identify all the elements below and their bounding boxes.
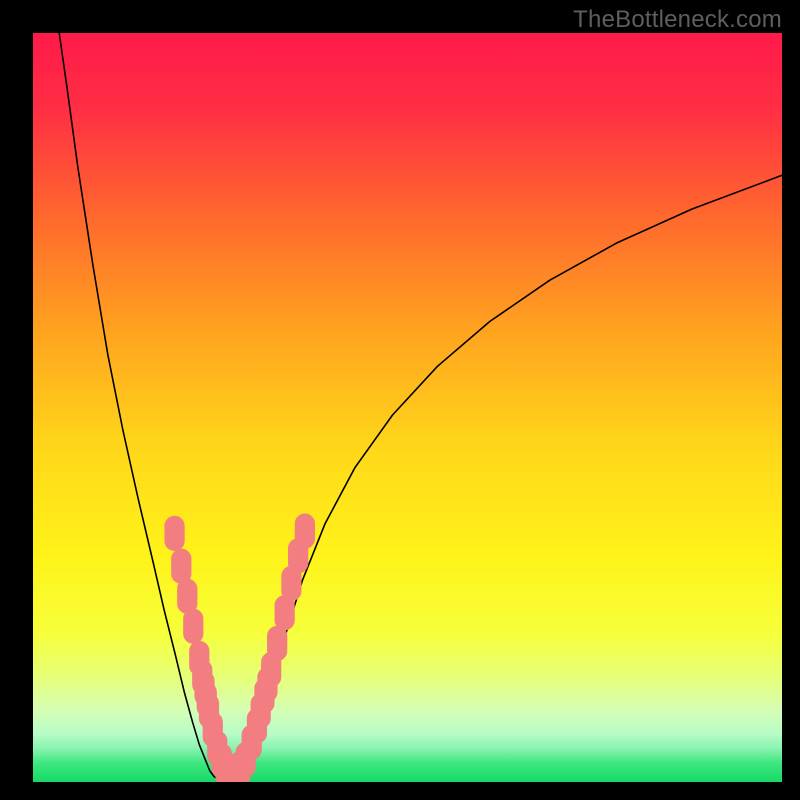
curve-marker xyxy=(178,579,197,613)
curve-marker xyxy=(172,549,191,583)
chart-svg xyxy=(33,33,782,782)
watermark-text: TheBottleneck.com xyxy=(573,6,782,34)
plot-area xyxy=(33,33,782,782)
outer-black-frame: TheBottleneck.com xyxy=(0,0,800,800)
gradient-background xyxy=(33,33,782,782)
curve-marker xyxy=(184,609,203,643)
curve-marker xyxy=(267,626,286,660)
curve-marker xyxy=(295,514,314,548)
curve-marker xyxy=(165,516,184,550)
